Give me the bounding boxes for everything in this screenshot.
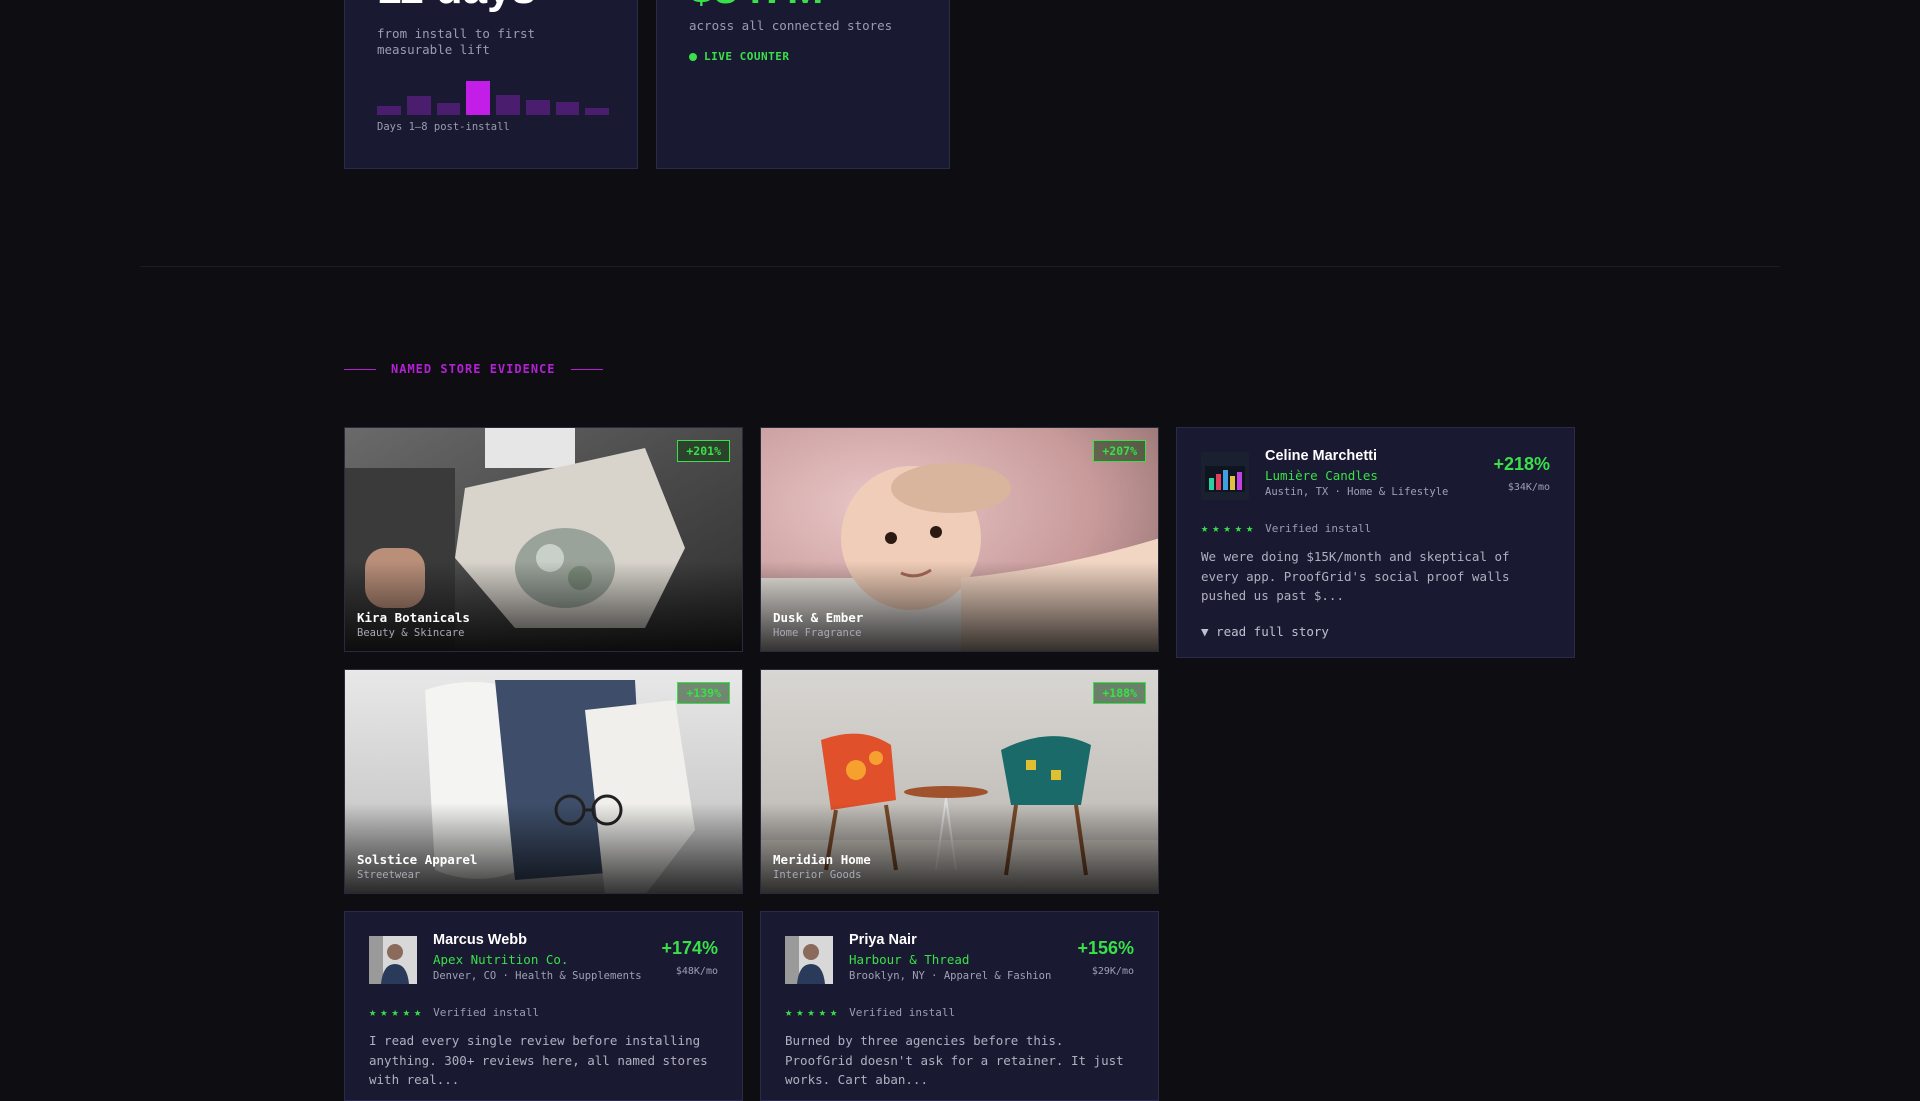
star-icon: ★ (785, 1005, 793, 1019)
star-icon: ★ (1201, 521, 1209, 535)
lift-bar-day-6 (525, 100, 550, 115)
reviewer-location: Brooklyn, NY · Apparel & Fashion (849, 970, 1052, 982)
rating-stars: ★ ★ ★ ★ ★ Verified install (1201, 521, 1371, 535)
rating-stars: ★ ★ ★ ★ ★ Verified install (369, 1005, 539, 1019)
store-card-kira-botanicals[interactable]: +201% Kira Botanicals Beauty & Skincare (344, 427, 743, 652)
stat-value: $847M+ (689, 0, 849, 11)
reviewer-store: Harbour & Thread (849, 952, 970, 967)
reviewer-name: Marcus Webb (433, 932, 528, 948)
rating-stars: ★ ★ ★ ★ ★ Verified install (785, 1005, 955, 1019)
reviewer-location: Denver, CO · Health & Supplements (433, 970, 642, 982)
section-divider (140, 266, 1780, 267)
star-icon: ★ (1245, 521, 1254, 535)
store-name: Dusk & Ember (773, 610, 864, 625)
testimonial-quote: We were doing $15K/month and skeptical o… (1201, 549, 1510, 603)
store-name: Meridian Home (773, 852, 871, 867)
store-card-dusk-ember[interactable]: +207% Dusk & Ember Home Fragrance (760, 427, 1159, 652)
verified-label: Verified install (1265, 521, 1372, 535)
lift-percent: +174% (661, 938, 718, 958)
reviewer-location: Austin, TX · Home & Lifestyle (1265, 486, 1449, 498)
monthly-revenue: $29K/mo (1091, 966, 1134, 977)
stat-card-install-lift: 11 days from install to first measurable… (344, 0, 638, 169)
testimonial-card-priya-nair: Priya Nair Harbour & Thread Brooklyn, NY… (760, 911, 1159, 1101)
section-heading-text: NAMED STORE EVIDENCE (391, 362, 556, 376)
reviewer-name: Priya Nair (849, 932, 917, 948)
lift-bar-day-7 (555, 102, 580, 115)
reviewer-name: Celine Marchetti (1265, 448, 1377, 464)
store-category: Beauty & Skincare (357, 627, 465, 639)
store-name: Solstice Apparel (357, 852, 478, 867)
testimonial-card-celine-marchetti: Celine Marchetti Lumière Candles Austin,… (1176, 427, 1575, 658)
verified-label: Verified install (849, 1005, 956, 1019)
reviewer-store: Apex Nutrition Co. (433, 952, 569, 967)
lift-bar-day-8 (585, 108, 609, 115)
stat-value: 11 days (377, 0, 536, 11)
star-icon: ★ (1234, 521, 1242, 535)
reviewer-store: Lumière Candles (1265, 468, 1378, 483)
lift-percent: +218% (1493, 454, 1550, 474)
monthly-revenue: $48K/mo (675, 966, 718, 977)
testimonial-card-marcus-webb: Marcus Webb Apex Nutrition Co. Denver, C… (344, 911, 743, 1101)
star-icon: ★ (391, 1005, 399, 1019)
store-category: Home Fragrance (773, 627, 862, 639)
verified-label: Verified install (433, 1005, 540, 1019)
heading-rule-left (344, 368, 376, 370)
testimonial-quote: Burned by three agencies before this. Pr… (785, 1033, 1124, 1087)
lift-percent: +156% (1077, 938, 1134, 958)
store-category: Streetwear (357, 869, 421, 881)
lift-bar-chart (377, 81, 609, 115)
star-icon: ★ (380, 1005, 388, 1019)
star-icon: ★ (796, 1005, 804, 1019)
store-name: Kira Botanicals (357, 610, 470, 625)
avatar (1201, 452, 1249, 500)
star-icon: ★ (829, 1005, 838, 1019)
stat-card-revenue: $847M+ across all connected stores LIVE … (656, 0, 950, 169)
bar-chart-caption: Days 1–8 post-install (377, 121, 510, 133)
monthly-revenue: $34K/mo (1507, 482, 1550, 493)
lift-bar-day-1 (377, 106, 401, 115)
lift-bar-day-4 (466, 81, 490, 115)
lift-badge: +201% (677, 440, 730, 462)
star-icon: ★ (413, 1005, 422, 1019)
testimonial-quote: I read every single review before instal… (369, 1033, 708, 1087)
section-heading: NAMED STORE EVIDENCE (344, 362, 603, 376)
heading-rule-right (570, 368, 603, 370)
store-card-solstice-apparel[interactable]: +139% Solstice Apparel Streetwear (344, 669, 743, 894)
live-counter-label: LIVE COUNTER (704, 50, 790, 63)
avatar (369, 936, 417, 984)
lift-bar-day-3 (436, 103, 461, 115)
avatar (785, 936, 833, 984)
lift-badge: +139% (677, 682, 730, 704)
lift-bar-day-2 (406, 96, 431, 115)
store-card-meridian-home[interactable]: +188% Meridian Home Interior Goods (760, 669, 1159, 894)
star-icon: ★ (1212, 521, 1220, 535)
star-icon: ★ (1223, 521, 1231, 535)
star-icon: ★ (369, 1005, 377, 1019)
stat-description: from install to first measurable lift (377, 26, 536, 57)
star-icon: ★ (807, 1005, 815, 1019)
lift-bar-day-5 (496, 95, 520, 115)
star-icon: ★ (402, 1005, 410, 1019)
stat-description: across all connected stores (689, 18, 893, 33)
lift-badge: +188% (1093, 682, 1146, 704)
live-dot-icon (689, 52, 697, 61)
star-icon: ★ (818, 1005, 826, 1019)
live-counter-indicator: LIVE COUNTER (689, 50, 789, 63)
read-full-story-toggle[interactable]: ▼ read full story (1201, 624, 1329, 639)
store-category: Interior Goods (773, 869, 862, 881)
lift-badge: +207% (1093, 440, 1146, 462)
